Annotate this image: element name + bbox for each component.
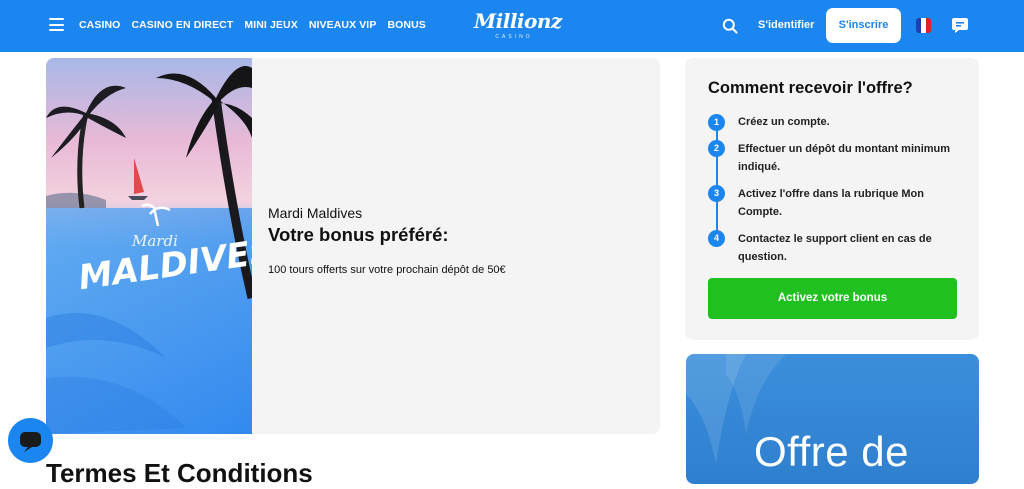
step-number-2: 2 xyxy=(708,140,725,157)
offer-banner[interactable]: Offre de xyxy=(686,354,979,484)
nav-mini-jeux[interactable]: MINI JEUX xyxy=(244,19,297,31)
how-title: Comment recevoir l'offre? xyxy=(708,79,913,97)
step-text-4: Contactez le support client en cas de qu… xyxy=(738,233,932,263)
step-text-3: Activez l'offre dans la rubrique Mon Com… xyxy=(738,188,924,218)
logo-text: Millionz xyxy=(474,9,562,33)
signup-button[interactable]: S'inscrire xyxy=(826,8,901,43)
site-logo[interactable]: Millionz CASINO xyxy=(474,8,562,44)
how-to-card: Comment recevoir l'offre? 1 Créez un com… xyxy=(685,58,979,340)
top-header: CASINO CASINO EN DIRECT MINI JEUX NIVEAU… xyxy=(0,0,1024,52)
nav-casino-en-direct[interactable]: CASINO EN DIRECT xyxy=(131,19,233,31)
promo-title: Votre bonus préféré: xyxy=(268,224,449,245)
step-number-4: 4 xyxy=(708,230,725,247)
terms-heading: Termes Et Conditions xyxy=(46,458,313,488)
live-chat-button[interactable] xyxy=(8,418,53,463)
logo-subtext: CASINO xyxy=(495,34,533,40)
step-number-1: 1 xyxy=(708,114,725,131)
promo-text-block: Mardi Maldives Votre bonus préféré: 100 … xyxy=(268,204,648,277)
language-flag-icon[interactable] xyxy=(916,18,931,33)
offer-banner-text: Offre de xyxy=(754,428,909,475)
promo-card: Mardi MALDIVES Mardi Maldives Votre bonu… xyxy=(46,58,660,434)
nav-bonus[interactable]: BONUS xyxy=(387,19,425,31)
nav-niveaux-vip[interactable]: NIVEAUX VIP xyxy=(309,19,377,31)
activate-bonus-button[interactable]: Activez votre bonus xyxy=(708,278,957,319)
maldives-promo-image: Mardi MALDIVES xyxy=(46,58,252,434)
search-icon[interactable] xyxy=(722,18,738,34)
step-text-1: Créez un compte. xyxy=(738,116,830,128)
login-link[interactable]: S'identifier xyxy=(758,19,814,31)
promo-kicker: Mardi Maldives xyxy=(268,205,363,221)
chat-bubble-icon xyxy=(20,432,41,452)
main-nav: CASINO CASINO EN DIRECT MINI JEUX NIVEAU… xyxy=(79,19,426,31)
nav-casino[interactable]: CASINO xyxy=(79,19,120,31)
chat-icon[interactable] xyxy=(951,16,969,34)
step-text-2: Effectuer un dépôt du montant minimum in… xyxy=(738,143,951,173)
menu-icon[interactable] xyxy=(49,18,64,32)
step-number-3: 3 xyxy=(708,185,725,202)
promo-description: 100 tours offerts sur votre prochain dép… xyxy=(268,264,506,276)
